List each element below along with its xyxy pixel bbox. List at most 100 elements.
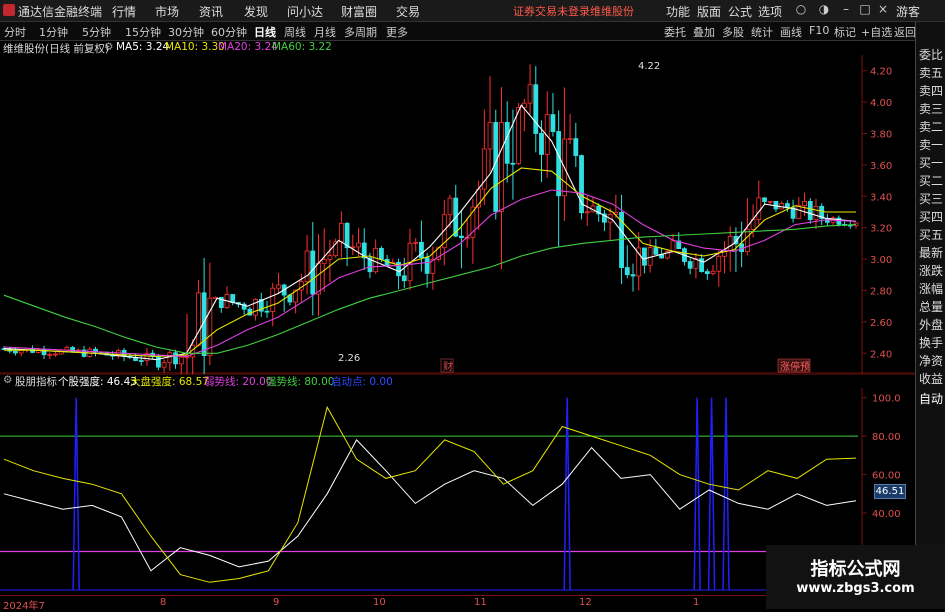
- panel-item[interactable]: 涨跌: [919, 264, 945, 279]
- menu-layout[interactable]: 版面: [697, 3, 721, 20]
- tool-mark[interactable]: 标记: [834, 24, 856, 40]
- date-label: 10: [373, 597, 386, 608]
- tool-overlay[interactable]: 叠加: [693, 24, 715, 40]
- price-tick-label: 4.00: [870, 98, 892, 109]
- panel-item[interactable]: 卖五: [919, 66, 945, 81]
- candle-body: [573, 138, 579, 156]
- maximize-icon[interactable]: □: [857, 2, 873, 16]
- candle-body: [378, 247, 384, 260]
- tool-f10[interactable]: F10: [809, 24, 829, 37]
- candle-body: [727, 235, 733, 252]
- candle-body: [487, 122, 493, 150]
- panel-item[interactable]: 委比: [919, 48, 945, 63]
- panel-item[interactable]: 最新: [919, 246, 945, 261]
- panel-item[interactable]: 总量: [919, 300, 945, 315]
- period-tab-1min[interactable]: 1分钟: [39, 24, 68, 40]
- candle-body: [516, 107, 522, 164]
- search-icon[interactable]: ○: [793, 2, 809, 16]
- start-point-spike: [722, 397, 730, 591]
- candle-body: [687, 261, 693, 269]
- candle-body: [424, 257, 430, 274]
- main-candlestick-chart[interactable]: 4.20 4.00 3.80 3.60 3.40 3.20 3.00 2.80 2.60 2.40…: [0, 41, 915, 374]
- date-label: 2024年7: [3, 601, 45, 612]
- candle-body: [304, 250, 310, 283]
- panel-item[interactable]: 净资: [919, 354, 945, 369]
- title-bar: 通达信金融终端 行情 市场 资讯 发现 问小达 财富圈 交易 证券交易未登录 维…: [0, 0, 945, 22]
- menu-trade[interactable]: 交易: [396, 3, 420, 20]
- candle-body: [167, 352, 173, 364]
- skin-icon[interactable]: ◑: [816, 2, 832, 16]
- panel-item[interactable]: 卖四: [919, 84, 945, 99]
- panel-item[interactable]: 买三: [919, 192, 945, 207]
- period-tab-30min[interactable]: 30分钟: [168, 24, 204, 40]
- date-label: 1: [693, 597, 700, 608]
- panel-item[interactable]: 涨幅: [919, 282, 945, 297]
- minimize-icon[interactable]: –: [838, 2, 854, 16]
- candle-body: [178, 356, 184, 365]
- date-label: 9: [273, 597, 280, 608]
- candle-body: [499, 121, 504, 212]
- tool-multi-stock[interactable]: 多股: [722, 24, 744, 40]
- candle-body: [13, 350, 18, 354]
- menu-discover[interactable]: 发现: [244, 3, 268, 20]
- candle-body: [327, 255, 333, 260]
- indicator-current-value: 46.51: [874, 484, 906, 499]
- panel-item[interactable]: 买四: [919, 210, 945, 225]
- candle-body: [510, 162, 516, 165]
- menu-market[interactable]: 市场: [155, 3, 179, 20]
- tool-statistics[interactable]: 统计: [751, 24, 773, 40]
- candle-body: [584, 211, 590, 214]
- candle-body: [539, 133, 544, 155]
- low-price-label: 2.26: [338, 353, 360, 364]
- panel-item[interactable]: 外盘: [919, 318, 945, 333]
- candle-body: [813, 205, 819, 220]
- panel-item[interactable]: 换手: [919, 336, 945, 351]
- event-marker-cai[interactable]: 财: [443, 360, 453, 373]
- stock-link[interactable]: 维维股份: [590, 3, 634, 19]
- start-point-spike: [693, 397, 701, 591]
- user-label[interactable]: 游客: [896, 3, 920, 20]
- tool-back[interactable]: 返回: [894, 24, 916, 40]
- candle-body: [321, 258, 327, 264]
- candle-body: [47, 353, 53, 356]
- indicator-tick-label: 60.00: [872, 471, 901, 482]
- menu-options[interactable]: 选项: [758, 3, 782, 20]
- candle-body: [796, 205, 802, 219]
- panel-item[interactable]: 买一: [919, 156, 945, 171]
- panel-auto-button[interactable]: 自动: [919, 392, 945, 407]
- period-tab-15min[interactable]: 15分钟: [125, 24, 161, 40]
- menu-market-quote[interactable]: 行情: [112, 3, 136, 20]
- period-tab-5min[interactable]: 5分钟: [82, 24, 111, 40]
- menu-formula[interactable]: 公式: [728, 3, 752, 20]
- close-icon[interactable]: ×: [875, 2, 891, 16]
- period-tab-daily[interactable]: 日线: [254, 24, 276, 40]
- menu-function[interactable]: 功能: [666, 3, 690, 20]
- panel-item[interactable]: 卖二: [919, 120, 945, 135]
- indicator-tick-label: 100.0: [872, 394, 901, 405]
- panel-item[interactable]: 买五: [919, 228, 945, 243]
- limit-up-marker[interactable]: 涨停预: [780, 360, 810, 373]
- period-tab-monthly[interactable]: 月线: [314, 24, 336, 40]
- trade-login-status[interactable]: 证券交易未登录: [513, 3, 590, 19]
- panel-item[interactable]: 收益: [919, 372, 945, 387]
- period-tab-multi[interactable]: 多周期: [344, 24, 377, 40]
- period-tab-intraday[interactable]: 分时: [4, 24, 26, 40]
- period-tab-60min[interactable]: 60分钟: [211, 24, 247, 40]
- panel-item[interactable]: 卖一: [919, 138, 945, 153]
- candle-body: [642, 247, 647, 266]
- candle-body: [744, 228, 750, 252]
- tool-entrust[interactable]: 委托: [664, 24, 686, 40]
- indicator-tick-label: 80.00: [872, 432, 901, 443]
- candle-body: [802, 201, 807, 206]
- candle-body: [704, 271, 710, 274]
- candle-body: [447, 197, 453, 216]
- period-tab-weekly[interactable]: 周线: [284, 24, 306, 40]
- menu-wealth-circle[interactable]: 财富圈: [341, 3, 377, 20]
- period-tab-more[interactable]: 更多: [386, 24, 408, 40]
- tool-draw-line[interactable]: 画线: [780, 24, 802, 40]
- tool-add-favorite[interactable]: +自选: [861, 24, 892, 40]
- menu-news[interactable]: 资讯: [199, 3, 223, 20]
- menu-ask[interactable]: 问小达: [287, 3, 323, 20]
- panel-item[interactable]: 卖三: [919, 102, 945, 117]
- panel-item[interactable]: 买二: [919, 174, 945, 189]
